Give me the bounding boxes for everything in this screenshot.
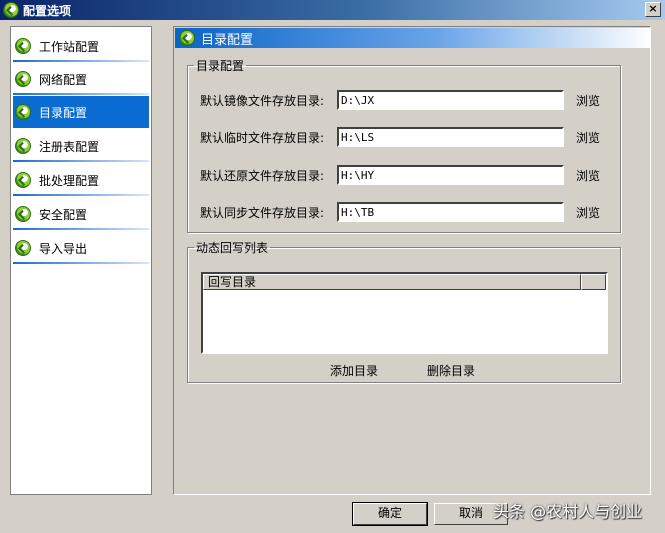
sidebar-item-label: 网络配置 <box>39 72 88 87</box>
app-logo-icon <box>3 2 19 18</box>
sidebar-item-label: 批处理配置 <box>39 173 100 188</box>
panel-title: 目录配置 <box>201 32 254 48</box>
window-title: 配置选项 <box>23 3 72 18</box>
sidebar-item-label: 导入导出 <box>39 241 88 256</box>
divider <box>13 194 149 196</box>
field-label: 默认临时文件存放目录: <box>200 130 325 145</box>
logo-icon <box>179 30 195 46</box>
add-directory-button[interactable]: 添加目录 <box>330 362 378 379</box>
panel-header: 目录配置 <box>175 28 651 48</box>
logo-icon <box>15 138 31 154</box>
divider <box>13 262 149 264</box>
sidebar-item-label: 安全配置 <box>39 207 88 222</box>
image-dir-row: 默认镜像文件存放目录: 浏览 <box>200 90 600 110</box>
divider <box>13 228 149 230</box>
divider <box>13 60 149 62</box>
group-legend: 目录配置 <box>196 59 245 73</box>
temp-dir-input[interactable] <box>337 127 564 147</box>
sidebar-item-batch[interactable]: 批处理配置 <box>13 164 149 196</box>
field-label: 默认还原文件存放目录: <box>200 168 325 183</box>
logo-icon <box>15 38 31 54</box>
divider <box>13 160 149 162</box>
group-legend: 动态回写列表 <box>196 241 269 255</box>
ok-button[interactable]: 确定 <box>352 502 428 526</box>
sidebar-item-security[interactable]: 安全配置 <box>13 198 149 230</box>
sidebar-item-directory[interactable]: 目录配置 <box>13 96 149 128</box>
field-label: 默认镜像文件存放目录: <box>200 93 325 108</box>
sidebar-item-label: 注册表配置 <box>39 139 100 154</box>
temp-dir-row: 默认临时文件存放目录: 浏览 <box>200 127 600 147</box>
restore-dir-input[interactable] <box>337 165 564 185</box>
sidebar-item-import-export[interactable]: 导入导出 <box>13 232 149 264</box>
field-label: 默认同步文件存放目录: <box>200 205 325 220</box>
image-dir-input[interactable] <box>337 90 564 110</box>
sidebar-item-label: 目录配置 <box>39 105 88 120</box>
sidebar-item-network[interactable]: 网络配置 <box>13 63 149 95</box>
column-header-empty[interactable] <box>581 274 606 290</box>
browse-button[interactable]: 浏览 <box>576 92 600 109</box>
sync-dir-input[interactable] <box>337 202 564 222</box>
restore-dir-row: 默认还原文件存放目录: 浏览 <box>200 165 600 185</box>
sync-dir-row: 默认同步文件存放目录: 浏览 <box>200 202 600 222</box>
sidebar-item-registry[interactable]: 注册表配置 <box>13 130 149 162</box>
sidebar-item-label: 工作站配置 <box>39 39 100 54</box>
browse-button[interactable]: 浏览 <box>576 204 600 221</box>
logo-icon <box>15 172 31 188</box>
watermark: 头条 @农村人与创业 <box>493 502 643 521</box>
sidebar-item-workstation[interactable]: 工作站配置 <box>13 30 149 62</box>
logo-icon <box>15 71 31 87</box>
column-header-writeback-dir[interactable]: 回写目录 <box>203 274 581 290</box>
title-bar: 配置选项 × <box>0 0 665 20</box>
logo-icon <box>15 240 31 256</box>
writeback-group: 动态回写列表 回写目录 添加目录 删除目录 <box>187 239 621 383</box>
browse-button[interactable]: 浏览 <box>576 129 600 146</box>
settings-panel: 目录配置 目录配置 默认镜像文件存放目录: 浏览 默认临时文件存放目录: 浏览 … <box>173 26 651 495</box>
close-button[interactable]: × <box>645 2 661 17</box>
divider <box>13 93 149 95</box>
directory-group: 目录配置 默认镜像文件存放目录: 浏览 默认临时文件存放目录: 浏览 默认还原文… <box>187 57 621 233</box>
logo-icon <box>15 206 31 222</box>
list-header: 回写目录 <box>203 274 606 290</box>
sidebar: 工作站配置 网络配置 目录配置 注册表配置 批处理配置 安全配置 导入导出 <box>10 26 152 495</box>
logo-icon <box>15 104 31 120</box>
delete-directory-button[interactable]: 删除目录 <box>427 362 475 379</box>
browse-button[interactable]: 浏览 <box>576 167 600 184</box>
writeback-list[interactable]: 回写目录 <box>201 272 608 354</box>
